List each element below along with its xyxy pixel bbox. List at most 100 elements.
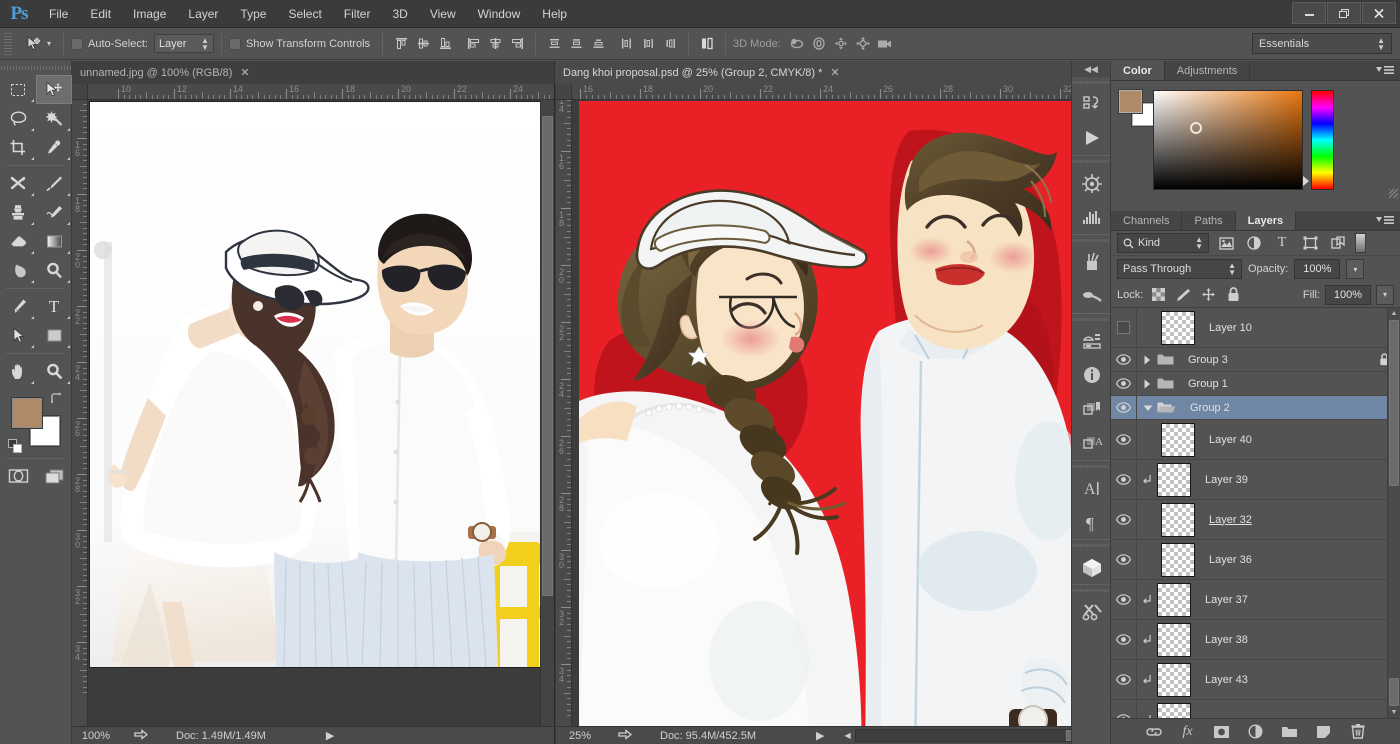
tab-paths[interactable]: Paths xyxy=(1182,211,1235,230)
history-icon[interactable] xyxy=(1072,87,1112,121)
layer-row[interactable]: Group 2 xyxy=(1111,396,1400,420)
tab-channels[interactable]: Channels xyxy=(1111,211,1182,230)
chevron-right-icon[interactable] xyxy=(1143,355,1153,365)
dock-grip[interactable] xyxy=(1072,314,1110,324)
menu-view[interactable]: View xyxy=(419,0,467,28)
scroll-down-arrow-icon[interactable]: ▼ xyxy=(1388,709,1400,716)
layer-thumbnail[interactable] xyxy=(1161,503,1195,537)
tool-horizontal-type[interactable]: T xyxy=(36,292,72,321)
lock-all-icon[interactable] xyxy=(1223,285,1243,305)
distribute-right-edges-button[interactable] xyxy=(659,33,681,55)
dock-grip[interactable] xyxy=(1072,77,1110,87)
layer-mask-icon[interactable] xyxy=(1213,723,1231,741)
histogram-icon[interactable] xyxy=(1072,200,1112,234)
align-top-edges-button[interactable] xyxy=(390,33,412,55)
tool-preset-picker[interactable]: ▾ xyxy=(17,33,56,55)
tool-zoom[interactable] xyxy=(36,357,72,386)
navigator-icon[interactable] xyxy=(1072,166,1112,200)
dock-grip[interactable] xyxy=(1072,235,1110,245)
layer-row[interactable]: Layer 43 xyxy=(1111,660,1400,700)
layer-row[interactable]: Layer 38 xyxy=(1111,620,1400,660)
color-field[interactable] xyxy=(1153,90,1303,190)
canvas-dang-khoi-proposal[interactable] xyxy=(579,101,1091,730)
link-layers-icon[interactable] xyxy=(1145,723,1163,741)
tool-rectangle[interactable] xyxy=(36,321,72,350)
layer-row[interactable] xyxy=(1111,700,1400,718)
scrollbar-thumb[interactable] xyxy=(1389,320,1399,486)
layer-visibility-toggle[interactable] xyxy=(1111,660,1137,699)
dock-grip[interactable] xyxy=(1072,156,1110,166)
layer-row[interactable]: Layer 37 xyxy=(1111,580,1400,620)
screen-mode-button[interactable] xyxy=(36,462,72,491)
menu-edit[interactable]: Edit xyxy=(79,0,122,28)
menu-select[interactable]: Select xyxy=(277,0,332,28)
tool-path-selection[interactable] xyxy=(0,321,36,350)
options-bar-grip[interactable] xyxy=(4,33,12,55)
tool-crop[interactable] xyxy=(0,133,36,162)
tool-healing-brush[interactable] xyxy=(0,169,36,198)
filter-kind-select[interactable]: Kind ▲▼ xyxy=(1117,233,1209,253)
scrollbar-thumb-lower[interactable] xyxy=(1389,678,1399,706)
layer-visibility-toggle[interactable] xyxy=(1111,372,1137,395)
layer-visibility-toggle[interactable] xyxy=(1111,540,1137,579)
delete-layer-icon[interactable] xyxy=(1349,723,1367,741)
layer-row[interactable]: Layer 40 xyxy=(1111,420,1400,460)
chevron-right-icon[interactable] xyxy=(1143,379,1153,389)
3d-icon[interactable] xyxy=(1072,550,1112,584)
layer-list-scrollbar[interactable]: ▲ ▼ xyxy=(1387,308,1400,718)
panel-resize-grip[interactable] xyxy=(1389,189,1398,198)
tool-blur[interactable] xyxy=(0,256,36,285)
tool-rectangular-marquee[interactable] xyxy=(0,75,36,104)
dock-grip[interactable] xyxy=(1072,540,1110,550)
layer-row[interactable]: Layer 10 xyxy=(1111,308,1400,348)
scrollbar-thumb[interactable] xyxy=(542,116,553,596)
tab-color[interactable]: Color xyxy=(1111,61,1165,80)
panel-menu-button[interactable] xyxy=(1376,65,1394,75)
type-filter-icon[interactable]: T xyxy=(1271,233,1293,253)
layer-visibility-toggle[interactable] xyxy=(1111,308,1137,347)
document-tab-dang-khoi-proposal-psd[interactable]: Dang khoi proposal.psd @ 25% (Group 2, C… xyxy=(555,61,1111,84)
clone-source-icon[interactable] xyxy=(1072,279,1112,313)
quick-mask-mode-button[interactable] xyxy=(0,462,36,491)
distribute-bottom-edges-button[interactable] xyxy=(587,33,609,55)
fill-slider-button[interactable]: ▾ xyxy=(1376,285,1394,305)
tool-eraser[interactable] xyxy=(0,227,36,256)
actions-icon[interactable] xyxy=(1072,121,1112,155)
document-tab-unnamed-jpg[interactable]: unnamed.jpg @ 100% (RGB/8) ✕ xyxy=(72,61,555,84)
scroll-up-arrow-icon[interactable]: ▲ xyxy=(1388,310,1400,317)
default-colors-icon[interactable] xyxy=(8,439,23,454)
layer-row[interactable]: Group 3 xyxy=(1111,348,1400,372)
layer-thumbnail[interactable] xyxy=(1161,311,1195,345)
align-left-edges-button[interactable] xyxy=(462,33,484,55)
canvas-unnamed-jpg[interactable] xyxy=(89,101,540,668)
tool-hand[interactable] xyxy=(0,357,36,386)
share-icon[interactable] xyxy=(134,729,148,742)
menu-file[interactable]: File xyxy=(38,0,79,28)
foreground-color-swatch[interactable] xyxy=(12,398,42,428)
blend-mode-select[interactable]: Pass Through ▲▼ xyxy=(1117,259,1242,279)
layer-thumbnail[interactable] xyxy=(1161,423,1195,457)
swap-colors-icon[interactable] xyxy=(49,392,63,406)
layer-row[interactable]: Group 1 xyxy=(1111,372,1400,396)
menu-type[interactable]: Type xyxy=(229,0,277,28)
tab-adjustments[interactable]: Adjustments xyxy=(1165,61,1251,80)
tool-lasso[interactable] xyxy=(0,104,36,133)
layer-row[interactable]: Layer 39 xyxy=(1111,460,1400,500)
lock-transparent-pixels-icon[interactable] xyxy=(1148,285,1168,305)
brush-presets-icon[interactable] xyxy=(1072,245,1112,279)
character-icon[interactable]: A xyxy=(1072,471,1112,505)
new-layer-icon[interactable] xyxy=(1315,723,1333,741)
paragraph-icon[interactable]: ¶ xyxy=(1072,505,1112,539)
auto-select-target-select[interactable]: Layer ▲▼ xyxy=(154,34,214,53)
3d-slide-icon[interactable] xyxy=(853,33,875,55)
align-horizontal-centers-button[interactable] xyxy=(484,33,506,55)
3d-orbit-icon[interactable] xyxy=(787,33,809,55)
restore-button[interactable] xyxy=(1327,2,1361,24)
minimize-button[interactable] xyxy=(1292,2,1326,24)
layer-list[interactable]: Layer 10Group 3Group 1Group 2Layer 40Lay… xyxy=(1111,308,1400,718)
canvas-vertical-scrollbar[interactable] xyxy=(540,100,554,726)
share-icon[interactable] xyxy=(618,729,632,742)
opacity-slider-button[interactable]: ▾ xyxy=(1346,259,1364,279)
new-group-icon[interactable] xyxy=(1281,723,1299,741)
tool-brush[interactable] xyxy=(36,169,72,198)
